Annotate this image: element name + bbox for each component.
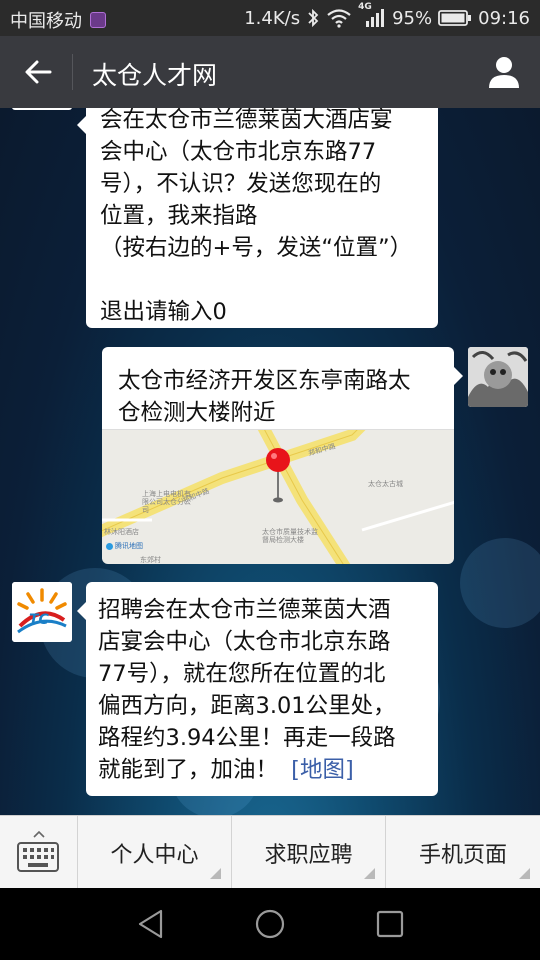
map-thumbnail[interactable]: 郑和中路 郑和中路 太仓太古城 上海上电电机有限公司太仓分公司 太仓市质量技术监…	[102, 429, 454, 564]
message-line: 就能到了，加油！ [地图]	[98, 754, 426, 786]
user-avatar-image	[468, 347, 528, 407]
page-title: 太仓人才网	[92, 61, 218, 90]
message-line: 招聘会在太仓市兰德莱茵大酒	[98, 597, 391, 623]
message-line: 退出请输入0	[100, 299, 227, 325]
system-navigation-bar	[0, 888, 540, 960]
gallery-notification-icon	[90, 12, 106, 28]
chat-message-bubble[interactable]: 招聘会在太仓市兰德莱茵大酒 店宴会中心（太仓市北京东路 77号），就在您所在位置…	[77, 582, 438, 796]
app-header: 太仓人才网	[0, 36, 540, 108]
chat-message-bubble[interactable]: 会在太仓市兰德莱茵大酒店宴 会中心（太仓市北京东路77 号），不认识？发送您现在…	[77, 108, 438, 328]
map-poi-label: 东郊村	[140, 556, 161, 564]
submenu-indicator-icon	[210, 868, 221, 879]
bot-avatar-partial	[12, 108, 72, 110]
menu-job-application[interactable]: 求职应聘	[232, 816, 386, 889]
keyboard-icon	[17, 842, 59, 872]
menu-item-label: 求职应聘	[264, 842, 353, 868]
message-line: （按右边的+号，发送“位置”）	[100, 235, 413, 261]
menu-personal-center[interactable]: 个人中心	[78, 816, 232, 889]
back-arrow-icon[interactable]	[20, 54, 56, 90]
header-divider	[72, 54, 73, 90]
map-poi-label: 太仓太古城	[368, 480, 403, 488]
location-title-line: 仓检测大楼附近	[118, 400, 276, 426]
map-brand-text: 腾讯地图	[115, 542, 143, 550]
menu-item-label: 个人中心	[110, 842, 199, 868]
menu-item-label: 手机页面	[418, 842, 507, 868]
message-line: 偏西方向，距离3.01公里处，	[98, 693, 396, 719]
message-line: 位置，我来指路	[100, 203, 258, 229]
location-message-card[interactable]: 太仓市经济开发区东亭南路太 仓检测大楼附近 郑和中路 郑和中路 太仓太古城 上海…	[102, 347, 463, 564]
bottom-menu-bar: 个人中心 求职应聘 手机页面	[0, 815, 540, 889]
status-bar: 中国移动 1.4K/s 4G 95% 09:16	[0, 0, 540, 36]
menu-mobile-page[interactable]: 手机页面	[386, 816, 540, 889]
bot-avatar[interactable]: TC	[12, 582, 72, 642]
chat-area[interactable]: 会在太仓市兰德莱茵大酒店宴 会中心（太仓市北京东路77 号），不认识？发送您现在…	[0, 108, 540, 815]
cellular-signal-icon: 4G	[358, 2, 386, 29]
bot-avatar-text: TC	[29, 612, 49, 628]
location-title-line: 太仓市经济开发区东亭南路太	[118, 368, 411, 394]
tencent-map-icon	[106, 542, 113, 550]
chevron-up-icon	[33, 830, 45, 838]
message-line: 会中心（太仓市北京东路77	[100, 139, 377, 165]
nav-home-icon[interactable]	[254, 908, 286, 940]
clock: 09:16	[478, 7, 530, 29]
keyboard-toggle-button[interactable]	[0, 816, 78, 889]
message-line: 店宴会中心（太仓市北京东路	[98, 629, 391, 655]
submenu-indicator-icon	[364, 868, 375, 879]
map-poi-label: 上海上电电机有限公司太仓分公司	[142, 490, 191, 514]
user-avatar[interactable]	[468, 347, 528, 407]
carrier-label: 中国移动	[10, 11, 82, 32]
nav-back-icon[interactable]	[137, 909, 165, 939]
message-line: 号），不认识？发送您现在的	[100, 171, 382, 197]
battery-percent: 95%	[392, 7, 433, 29]
message-line	[100, 264, 424, 296]
map-link[interactable]: [地图]	[291, 757, 354, 783]
location-pin-icon	[266, 448, 290, 503]
message-line: 77号），就在您所在位置的北	[98, 661, 386, 687]
map-brand-label: 腾讯地图	[106, 530, 143, 562]
person-profile-icon[interactable]	[486, 54, 522, 90]
message-line: 路程约3.94公里！再走一段路	[98, 725, 396, 751]
map-poi-label: 太仓市质量技术监督局检测大楼	[262, 528, 318, 544]
battery-icon	[438, 10, 472, 26]
submenu-indicator-icon	[519, 868, 530, 879]
wifi-icon	[327, 9, 351, 28]
bluetooth-icon	[308, 8, 319, 28]
message-text: 就能到了，加油！	[98, 757, 279, 783]
message-line: 会在太仓市兰德莱茵大酒店宴	[100, 108, 393, 133]
nav-recents-icon[interactable]	[376, 910, 404, 938]
background-bokeh	[460, 538, 540, 628]
network-speed: 1.4K/s	[244, 7, 301, 29]
